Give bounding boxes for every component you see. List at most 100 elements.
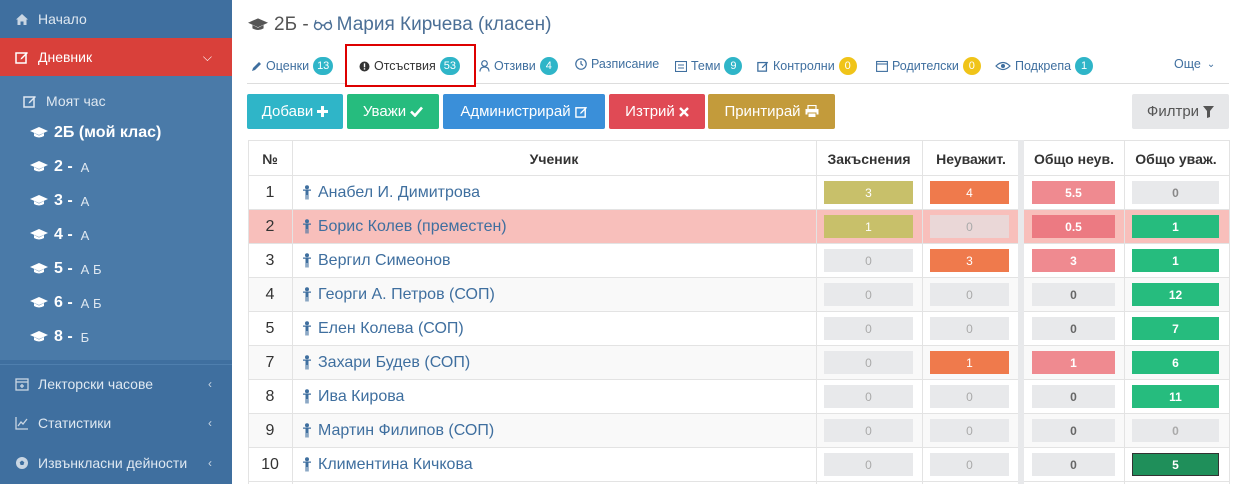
cell-total-unexc[interactable]: 1 (1032, 351, 1115, 374)
administer-button[interactable]: Администрирай (443, 94, 605, 129)
tab-tests[interactable]: Контролни 0 (757, 57, 857, 75)
cell-total-exc[interactable]: 11 (1132, 385, 1219, 408)
table-row[interactable]: 5 Елен Колева (СОП) 0 0 0 7 (248, 312, 1229, 346)
cell-total-exc[interactable]: 1 (1132, 215, 1219, 238)
student-name-link[interactable]: Елен Колева (СОП) (302, 312, 812, 345)
header-student[interactable]: Ученик (292, 141, 816, 176)
sidebar-item-extracurricular[interactable]: Извънкласни дейности ‹ (0, 444, 232, 482)
table-row[interactable]: 10 Климентина Кичкова 0 0 0 5 (248, 448, 1229, 482)
filters-button[interactable]: Филтри (1132, 94, 1229, 129)
sidebar-item-class-3[interactable]: 3 - А (0, 184, 232, 218)
sidebar-item-my-hour[interactable]: Моят час (0, 84, 232, 118)
list-icon (675, 60, 687, 72)
cell-total-exc[interactable]: 1 (1132, 249, 1219, 272)
cell-total-unexc[interactable]: 5.5 (1032, 181, 1115, 204)
student-name-link[interactable]: Анабел И. Димитрова (302, 176, 812, 209)
sidebar-item-home[interactable]: Начало (0, 0, 232, 38)
cell-late[interactable]: 0 (824, 283, 913, 306)
divider (292, 140, 293, 484)
graduation-cap-icon (248, 18, 268, 32)
cell-total-exc[interactable]: 7 (1132, 317, 1219, 340)
cell-late[interactable]: 0 (824, 249, 913, 272)
child-icon (302, 185, 312, 200)
cell-total-exc[interactable]: 6 (1132, 351, 1219, 374)
cell-late[interactable]: 0 (824, 385, 913, 408)
more-dropdown[interactable]: Още ⌄ (1174, 57, 1215, 71)
sidebar-item-class-2b[interactable]: 2Б (мой клас) (0, 116, 232, 150)
tab-support[interactable]: Подкрепа 1 (995, 57, 1094, 75)
table-row[interactable]: 3 Вергил Симеонов 0 3 3 1 (248, 244, 1229, 278)
tab-grades[interactable]: Оценки 13 (251, 57, 334, 75)
student-name-link[interactable]: Борис Колев (преместен) (302, 210, 812, 243)
table-row[interactable]: 4 Георги А. Петров (СОП) 0 0 0 12 (248, 278, 1229, 312)
tab-absences[interactable]: Отсъствия 53 (359, 57, 460, 75)
sidebar-item-class-5[interactable]: 5 - А Б (0, 252, 232, 286)
cell-late[interactable]: 0 (824, 453, 913, 476)
excuse-button[interactable]: Уважи (347, 94, 439, 129)
student-name-link[interactable]: Георги А. Петров (СОП) (302, 278, 812, 311)
check-icon (410, 106, 424, 117)
sidebar-item-class-2[interactable]: 2 - А (0, 150, 232, 184)
chevron-down-icon: ⌵ (202, 49, 212, 64)
tab-reviews[interactable]: Отзиви 4 (479, 57, 558, 75)
student-name-link[interactable]: Мартин Филипов (СОП) (302, 414, 812, 447)
header-total-unexcused[interactable]: Общо неув. (1024, 141, 1124, 176)
count-badge: 1 (1075, 57, 1094, 75)
cell-total-exc[interactable]: 12 (1132, 283, 1219, 306)
cell-total-unexc[interactable]: 0.5 (1032, 215, 1115, 238)
header-unexcused[interactable]: Неуважит. (922, 141, 1020, 176)
cell-late[interactable]: 1 (824, 215, 913, 238)
home-icon (14, 12, 30, 26)
cell-unexc[interactable]: 0 (930, 215, 1009, 238)
sidebar-item-lector-hours[interactable]: Лекторски часове ‹ (0, 364, 232, 402)
tab-schedule[interactable]: Разписание (575, 57, 659, 71)
cell-total-unexc[interactable]: 0 (1032, 453, 1115, 476)
cell-unexc[interactable]: 1 (930, 351, 1009, 374)
sidebar-item-diary[interactable]: Дневник ⌵ (0, 38, 232, 76)
student-name-link[interactable]: Вергил Симеонов (302, 244, 812, 277)
cell-total-exc[interactable]: 0 (1132, 181, 1219, 204)
count-badge: 0 (838, 57, 857, 75)
tab-parents[interactable]: Родителски 0 (876, 57, 981, 75)
cell-late[interactable]: 0 (824, 419, 913, 442)
cell-total-unexc[interactable]: 0 (1032, 317, 1115, 340)
cell-total-unexc[interactable]: 3 (1032, 249, 1115, 272)
delete-button[interactable]: Изтрий (609, 94, 705, 129)
cell-unexc[interactable]: 0 (930, 317, 1009, 340)
cell-total-unexc[interactable]: 0 (1032, 385, 1115, 408)
table-row[interactable]: 7 Захари Будев (СОП) 0 1 1 6 (248, 346, 1229, 380)
sidebar-item-class-4[interactable]: 4 - А (0, 218, 232, 252)
cell-total-unexc[interactable]: 0 (1032, 283, 1115, 306)
table-row[interactable]: 8 Ива Кирова 0 0 0 11 (248, 380, 1229, 414)
tab-topics[interactable]: Теми 9 (675, 57, 743, 75)
table-row[interactable]: 9 Мартин Филипов (СОП) 0 0 0 0 (248, 414, 1229, 448)
cell-late[interactable]: 0 (824, 351, 913, 374)
sidebar-item-class-6[interactable]: 6 - А Б (0, 286, 232, 320)
add-button[interactable]: Добави (247, 94, 343, 129)
cell-total-unexc[interactable]: 0 (1032, 419, 1115, 442)
sidebar-item-statistics[interactable]: Статистики ‹ (0, 404, 232, 442)
chevron-down-icon: ⌄ (1206, 58, 1216, 70)
teacher-link[interactable]: Мария Кирчева (класен) (337, 14, 552, 36)
cell-unexc[interactable]: 0 (930, 385, 1009, 408)
sidebar-item-class-8[interactable]: 8 - Б (0, 320, 232, 354)
header-late[interactable]: Закъснения (816, 141, 922, 176)
cell-unexc[interactable]: 0 (930, 419, 1009, 442)
cell-total-exc[interactable]: 0 (1132, 419, 1219, 442)
student-name-link[interactable]: Климентина Кичкова (302, 448, 812, 481)
student-name-link[interactable]: Захари Будев (СОП) (302, 346, 812, 379)
cell-total-exc[interactable]: 5 (1132, 453, 1219, 476)
cell-unexc[interactable]: 0 (930, 283, 1009, 306)
cell-unexc[interactable]: 0 (930, 453, 1009, 476)
sidebar-item-label: 2 - (54, 158, 73, 175)
cell-unexc[interactable]: 4 (930, 181, 1009, 204)
student-name-link[interactable]: Ива Кирова (302, 380, 812, 413)
print-button[interactable]: Принтирай (708, 94, 835, 129)
cell-late[interactable]: 0 (824, 317, 913, 340)
header-total-excused[interactable]: Общо уваж. (1124, 141, 1228, 176)
chevron-left-icon: ‹ (208, 416, 212, 430)
table-row[interactable]: 1 Анабел И. Димитрова 3 4 5.5 0 (248, 176, 1229, 210)
cell-unexc[interactable]: 3 (930, 249, 1009, 272)
cell-late[interactable]: 3 (824, 181, 913, 204)
table-row[interactable]: 2 Борис Колев (преместен) 1 0 0.5 1 (248, 210, 1229, 244)
